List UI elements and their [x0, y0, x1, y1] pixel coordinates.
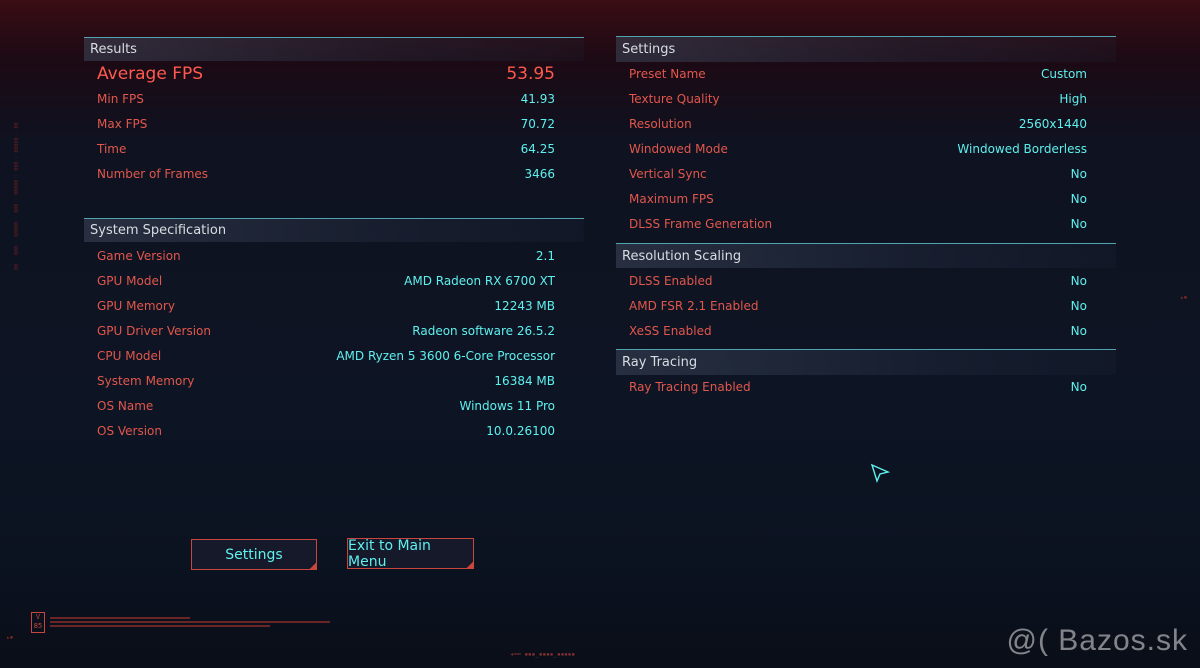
- result-label: Min FPS: [97, 91, 144, 106]
- bottom-code-decoration: ◂━━ ▪▪▪_▪▪▪▪_▪▪▪▪▪: [510, 651, 576, 658]
- corner-tick-decoration: ▴▪: [6, 634, 14, 641]
- setting-label: Texture Quality: [629, 91, 720, 106]
- setting-label: Ray Tracing Enabled: [629, 379, 751, 394]
- cursor-arrow-icon: [870, 463, 890, 483]
- spec-row-os-name: OS Name Windows 11 Pro: [97, 393, 555, 418]
- setting-row-dlss-framegen: DLSS Frame Generation No: [629, 211, 1087, 236]
- average-fps-label: Average FPS: [97, 63, 204, 84]
- result-label: Max FPS: [97, 116, 148, 131]
- spec-value: 16384 MB: [494, 373, 555, 388]
- average-fps-row: Average FPS 53.95: [97, 61, 555, 86]
- spec-value: 2.1: [535, 248, 555, 263]
- result-value: 64.25: [520, 141, 555, 156]
- spec-row-gpu-memory: GPU Memory 12243 MB: [97, 293, 555, 318]
- spec-label: GPU Driver Version: [97, 323, 211, 338]
- setting-value: No: [1070, 166, 1087, 181]
- setting-row-windowed-mode: Windowed Mode Windowed Borderless: [629, 136, 1087, 161]
- spec-row-cpu-model: CPU Model AMD Ryzen 5 3600 6-Core Proces…: [97, 343, 555, 368]
- setting-value: Windowed Borderless: [957, 141, 1087, 156]
- settings-header: Settings: [616, 36, 1116, 62]
- setting-value: Custom: [1041, 66, 1087, 81]
- result-label: Number of Frames: [97, 166, 209, 181]
- setting-label: AMD FSR 2.1 Enabled: [629, 298, 759, 313]
- average-fps-value: 53.95: [506, 63, 555, 84]
- resolution-scaling-panel: Resolution Scaling DLSS Enabled No AMD F…: [616, 243, 1116, 343]
- spec-label: OS Name: [97, 398, 154, 413]
- results-header: Results: [84, 37, 584, 61]
- spec-label: CPU Model: [97, 348, 162, 363]
- setting-value: No: [1070, 323, 1087, 338]
- setting-label: Vertical Sync: [629, 166, 707, 181]
- settings-panel: Settings Preset Name Custom Texture Qual…: [616, 36, 1116, 236]
- settings-button[interactable]: Settings: [191, 539, 317, 570]
- system-spec-header: System Specification: [84, 218, 584, 242]
- scaling-row-xess: XeSS Enabled No: [629, 318, 1087, 343]
- setting-value: No: [1070, 191, 1087, 206]
- spec-value: Radeon software 26.5.2: [412, 323, 555, 338]
- version-badge: V 85: [31, 612, 45, 633]
- setting-value: No: [1070, 379, 1087, 394]
- setting-label: XeSS Enabled: [629, 323, 712, 338]
- scaling-row-fsr: AMD FSR 2.1 Enabled No: [629, 293, 1087, 318]
- resolution-scaling-header: Resolution Scaling: [616, 243, 1116, 268]
- spec-value: 12243 MB: [494, 298, 555, 313]
- spec-label: OS Version: [97, 423, 163, 438]
- setting-row-texture: Texture Quality High: [629, 86, 1087, 111]
- setting-label: Preset Name: [629, 66, 706, 81]
- setting-row-vsync: Vertical Sync No: [629, 161, 1087, 186]
- spec-label: Game Version: [97, 248, 181, 263]
- spec-row-game-version: Game Version 2.1: [97, 243, 555, 268]
- scaling-row-dlss: DLSS Enabled No: [629, 268, 1087, 293]
- exit-to-main-menu-button[interactable]: Exit to Main Menu: [347, 538, 474, 570]
- spec-value: Windows 11 Pro: [459, 398, 555, 413]
- result-row-time: Time 64.25: [97, 136, 555, 161]
- setting-label: Maximum FPS: [629, 191, 714, 206]
- setting-label: Windowed Mode: [629, 141, 728, 156]
- result-value: 3466: [524, 166, 555, 181]
- result-row-frames: Number of Frames 3466: [97, 161, 555, 186]
- result-value: 41.93: [520, 91, 555, 106]
- fine-print-decoration: [50, 617, 350, 627]
- spec-label: System Memory: [97, 373, 195, 388]
- spec-label: GPU Model: [97, 273, 163, 288]
- results-panel: Results Average FPS 53.95 Min FPS 41.93 …: [84, 37, 584, 187]
- setting-value: 2560x1440: [1018, 116, 1087, 131]
- spec-row-gpu-driver: GPU Driver Version Radeon software 26.5.…: [97, 318, 555, 343]
- setting-value: High: [1059, 91, 1087, 106]
- spec-value: AMD Ryzen 5 3600 6-Core Processor: [336, 348, 555, 363]
- setting-label: DLSS Frame Generation: [629, 216, 773, 231]
- spec-value: AMD Radeon RX 6700 XT: [404, 273, 555, 288]
- setting-value: No: [1070, 298, 1087, 313]
- setting-row-preset: Preset Name Custom: [629, 61, 1087, 86]
- watermark-logo: @( Bazos.sk: [1006, 624, 1188, 657]
- system-spec-panel: System Specification Game Version 2.1 GP…: [84, 218, 584, 444]
- setting-row-resolution: Resolution 2560x1440: [629, 111, 1087, 136]
- ray-tracing-panel: Ray Tracing Ray Tracing Enabled No: [616, 349, 1116, 399]
- setting-row-max-fps: Maximum FPS No: [629, 186, 1087, 211]
- result-row-min-fps: Min FPS 41.93: [97, 86, 555, 111]
- side-decorative-text: 00 · 000 · 00000 · 000 · 00000 · 000 · 0…: [14, 122, 20, 270]
- ray-tracing-header: Ray Tracing: [616, 349, 1116, 375]
- spec-value: 10.0.26100: [486, 423, 555, 438]
- setting-label: DLSS Enabled: [629, 273, 713, 288]
- setting-value: No: [1070, 273, 1087, 288]
- spec-row-system-memory: System Memory 16384 MB: [97, 368, 555, 393]
- setting-value: No: [1070, 216, 1087, 231]
- result-row-max-fps: Max FPS 70.72: [97, 111, 555, 136]
- spec-label: GPU Memory: [97, 298, 175, 313]
- result-value: 70.72: [520, 116, 555, 131]
- ray-tracing-row: Ray Tracing Enabled No: [629, 374, 1087, 399]
- spec-row-os-version: OS Version 10.0.26100: [97, 418, 555, 443]
- result-label: Time: [97, 141, 127, 156]
- spec-row-gpu-model: GPU Model AMD Radeon RX 6700 XT: [97, 268, 555, 293]
- corner-tick-decoration: ▴▪: [1180, 294, 1188, 301]
- setting-label: Resolution: [629, 116, 692, 131]
